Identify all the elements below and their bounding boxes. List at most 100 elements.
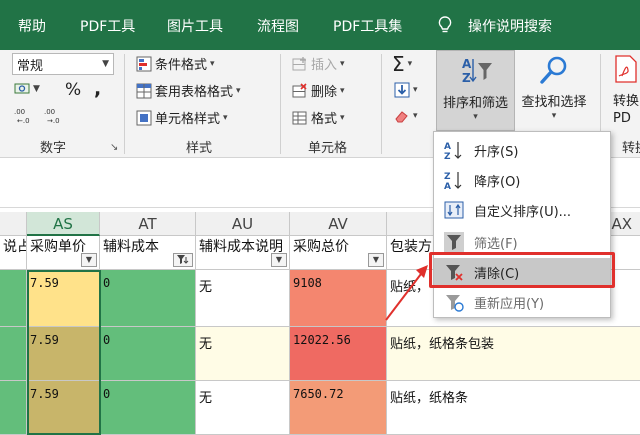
table-cell[interactable] [0, 381, 27, 435]
tab-pdf-tools[interactable]: PDF工具 [80, 16, 135, 36]
header-cell-purchase-total[interactable]: 采购总价 ▼ [290, 236, 387, 270]
table-cell[interactable]: 贴纸，纸格条包装 [387, 327, 640, 381]
currency-icon [14, 81, 30, 97]
cell-styles-button[interactable]: 单元格样式 ▾ [136, 108, 228, 127]
table-cell[interactable]: 0 [100, 327, 196, 381]
table-cell[interactable]: 7.59 [27, 327, 100, 381]
reapply-filter-icon [434, 292, 474, 312]
tab-help[interactable]: 帮助 [18, 16, 46, 36]
format-cells-button[interactable]: 格式 ▾ [292, 108, 345, 127]
header-cell-material-cost[interactable]: 辅料成本 [100, 236, 196, 270]
table-cell[interactable]: 0 [100, 270, 196, 327]
conditional-format-label: 条件格式 [155, 58, 208, 73]
menu-item-label: 降序(O) [474, 174, 521, 190]
column-header-au[interactable]: AU [196, 212, 290, 236]
table-cell[interactable] [0, 270, 27, 327]
sort-filter-label: 排序和筛选 [442, 96, 508, 111]
chevron-down-icon: ▾ [413, 85, 418, 95]
conditional-format-button[interactable]: 条件格式 ▾ [136, 54, 215, 73]
sort-filter-icon: AZ [459, 55, 493, 91]
header-label: 辅料成本 [103, 239, 159, 255]
conditional-format-icon [136, 56, 152, 72]
decrease-decimal-icon: .00 →.0 [44, 106, 66, 125]
highlight-box [429, 252, 615, 288]
convert-pdf-button[interactable]: 转换 PD [613, 54, 639, 126]
table-cell[interactable] [0, 327, 27, 381]
format-cells-label: 格式 [311, 112, 338, 127]
filter-dropdown-icon[interactable]: ▼ [271, 253, 287, 267]
header-cell-material-cost-note[interactable]: 辅料成本说明 ▼ [196, 236, 290, 270]
format-as-table-button[interactable]: 套用表格格式 ▾ [136, 81, 241, 100]
tab-pdf-toolset[interactable]: PDF工具集 [333, 16, 402, 36]
clear-button[interactable]: ▾ [394, 108, 418, 124]
table-cell[interactable]: 7650.72 [290, 381, 387, 435]
delete-icon [292, 82, 308, 99]
cell-styles-icon [136, 110, 152, 126]
cells-group-label: 单元格 [308, 141, 348, 156]
find-select-button[interactable]: 查找和选择 ▾ [517, 50, 591, 131]
table-cell[interactable]: 12022.56 [290, 327, 387, 381]
table-cell[interactable]: 无 [196, 327, 290, 381]
header-cell-partial[interactable]: 说占 [0, 236, 27, 270]
menu-item-reapply[interactable]: 重新应用(Y) [434, 288, 610, 316]
svg-text:A: A [462, 57, 472, 71]
header-label: 采购总价 [293, 239, 349, 255]
svg-text:←.0: ←.0 [17, 117, 30, 124]
sort-ascending-icon: AZ [434, 140, 474, 160]
table-cell[interactable]: 无 [196, 270, 290, 327]
chevron-down-icon: ▾ [340, 58, 345, 69]
column-header-as[interactable]: AS [27, 212, 100, 236]
filter-active-icon[interactable] [173, 253, 193, 267]
column-header-partial[interactable] [0, 212, 27, 236]
menu-item-sort-descending[interactable]: ZA 降序(O) [434, 166, 610, 194]
table-cell[interactable]: 贴纸，纸格条 [387, 381, 640, 435]
svg-text:Z: Z [444, 152, 451, 160]
header-label: 采购单价 [30, 239, 86, 255]
insert-button[interactable]: 插入 ▾ [292, 54, 345, 73]
svg-text:→.0: →.0 [47, 117, 60, 124]
sort-filter-button[interactable]: AZ 排序和筛选 ▾ [436, 50, 515, 131]
tell-me-search[interactable]: 操作说明搜索 [468, 16, 552, 36]
dialog-launcher-icon[interactable]: ↘ [110, 142, 118, 153]
table-cell[interactable]: 9108 [290, 270, 387, 327]
table-cell[interactable]: 7.59 [27, 270, 100, 327]
magnifier-icon [537, 54, 571, 90]
filter-funnel-icon [434, 232, 474, 252]
delete-button[interactable]: 删除 ▾ [292, 81, 345, 100]
chevron-down-icon: ▾ [413, 111, 418, 121]
column-header-av[interactable]: AV [290, 212, 387, 236]
delete-label: 删除 [311, 85, 338, 100]
filter-dropdown-icon[interactable]: ▼ [81, 253, 97, 267]
autosum-button[interactable]: Σ ▾ [392, 52, 412, 76]
header-cell-purchase-unit-price[interactable]: 采购单价 ▼ [27, 236, 100, 270]
tab-flowchart[interactable]: 流程图 [257, 16, 299, 36]
chevron-down-icon: ▼ [33, 84, 40, 94]
table-cell[interactable]: 0 [100, 381, 196, 435]
table-cell[interactable]: 7.59 [27, 381, 100, 435]
menu-item-label: 筛选(F) [474, 236, 518, 252]
currency-format-button[interactable]: ▼ [14, 81, 40, 97]
svg-text:.00: .00 [44, 108, 55, 116]
tab-image-tools[interactable]: 图片工具 [167, 16, 223, 36]
menu-item-sort-ascending[interactable]: AZ 升序(S) [434, 136, 610, 164]
fill-button[interactable]: ▾ [394, 82, 418, 98]
comma-style-button[interactable]: , [94, 78, 101, 100]
menu-item-label: 重新应用(Y) [474, 296, 545, 312]
chevron-down-icon: ▾ [340, 112, 345, 123]
convert-group-label: 转换 [622, 141, 640, 156]
table-cell[interactable]: 无 [196, 381, 290, 435]
menu-item-label: 升序(S) [474, 144, 519, 160]
number-group-label: 数字 [40, 141, 67, 156]
decrease-decimal-button[interactable]: .00 →.0 [44, 106, 66, 125]
pdf-label: PD [613, 111, 631, 126]
svg-text:A: A [444, 142, 451, 152]
column-header-at[interactable]: AT [100, 212, 196, 236]
header-label: 包装方 [390, 239, 432, 255]
number-format-select[interactable]: 常规 ▼ [12, 53, 114, 75]
insert-label: 插入 [311, 58, 338, 73]
chevron-down-icon: ▾ [223, 112, 228, 123]
increase-decimal-button[interactable]: .00 ←.0 [14, 106, 36, 125]
insert-icon [292, 56, 308, 72]
menu-item-custom-sort[interactable]: 自定义排序(U)... [434, 196, 610, 224]
percent-style-button[interactable]: % [65, 80, 81, 100]
